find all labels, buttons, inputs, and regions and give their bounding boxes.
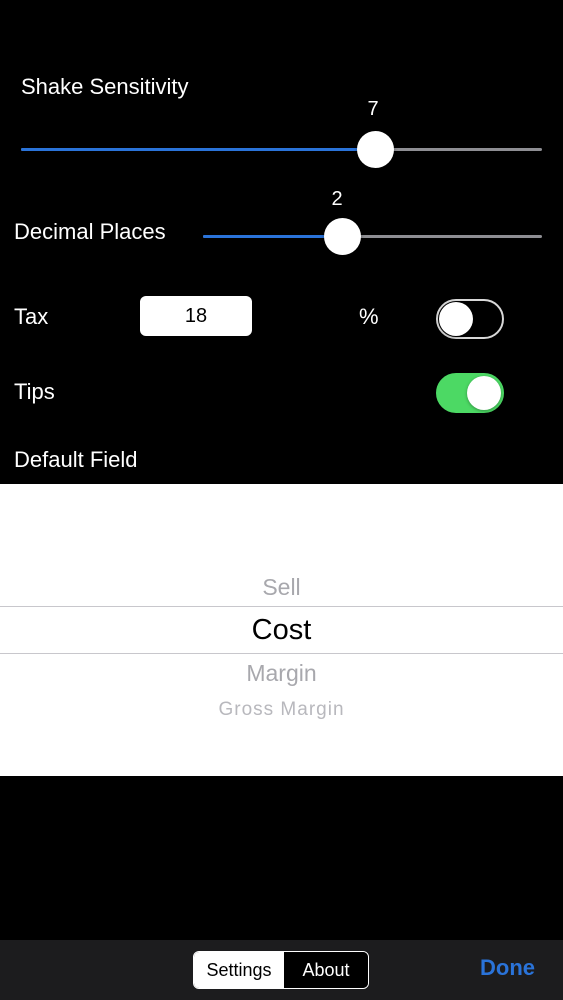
slider-fill <box>21 148 375 151</box>
default-field-label: Default Field <box>14 447 138 472</box>
decimal-places-value: 2 <box>331 188 343 210</box>
decimal-places-label: Decimal Places <box>14 219 166 244</box>
tips-toggle[interactable] <box>436 373 504 413</box>
slider-thumb[interactable] <box>324 218 361 255</box>
shake-sensitivity-slider[interactable] <box>21 131 542 168</box>
tax-percent-unit: % <box>359 304 379 329</box>
picker-item-cost[interactable]: Cost <box>0 614 563 647</box>
default-field-picker[interactable]: Sell Cost Margin Gross Margin <box>0 484 563 776</box>
done-button[interactable]: Done <box>480 955 535 981</box>
decimal-places-slider[interactable] <box>203 218 542 255</box>
picker-item-gross-margin[interactable]: Gross Margin <box>0 699 563 721</box>
segment-about[interactable]: About <box>284 952 368 988</box>
tax-label: Tax <box>14 304 49 329</box>
toggle-knob <box>467 376 501 410</box>
picker-item-sell[interactable]: Sell <box>0 574 563 601</box>
picker-item-margin[interactable]: Margin <box>0 660 563 687</box>
settings-screen: Shake Sensitivity 7 Decimal Places 2 Tax… <box>0 0 563 1000</box>
bottom-toolbar: Settings About Done <box>0 940 563 1000</box>
toggle-knob <box>439 302 473 336</box>
tax-toggle[interactable] <box>436 299 504 339</box>
shake-sensitivity-value: 7 <box>367 98 379 120</box>
slider-fill <box>203 235 342 238</box>
tips-label: Tips <box>14 379 55 404</box>
tax-input[interactable] <box>140 296 252 336</box>
picker-selection-bottom-line <box>0 653 563 654</box>
picker-selection-top-line <box>0 606 563 607</box>
segment-settings[interactable]: Settings <box>194 952 284 988</box>
slider-thumb[interactable] <box>357 131 394 168</box>
shake-sensitivity-label: Shake Sensitivity <box>21 74 189 99</box>
settings-about-segmented-control[interactable]: Settings About <box>193 951 369 989</box>
